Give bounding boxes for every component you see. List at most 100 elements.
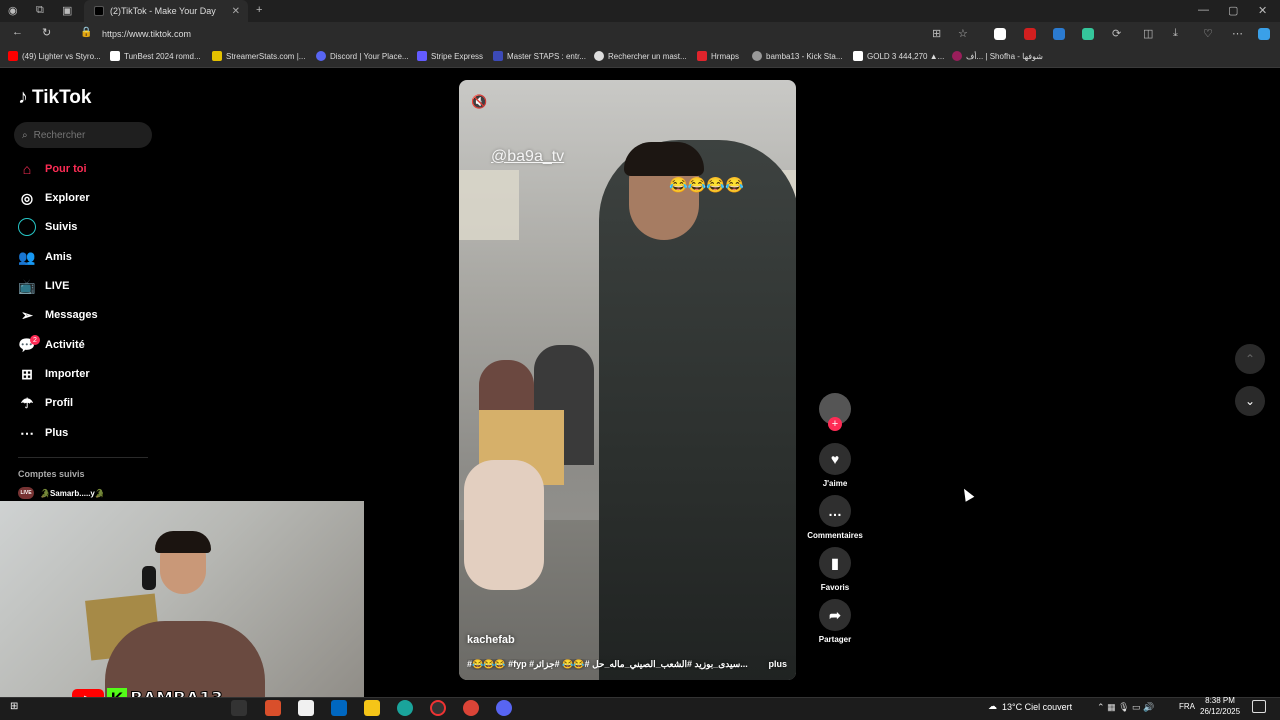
discord-icon[interactable] [496, 700, 512, 716]
like-button[interactable]: ♥ J'aime [807, 443, 863, 488]
system-tray[interactable]: ⌃ ▦ 🎙 ▭ 🔊 [1097, 702, 1154, 713]
video-player[interactable]: 🔇 @ba9a_tv 😂😂😂😂 kachefab #😂😂😂 #fyp #سيدى… [459, 80, 796, 680]
copilot-icon[interactable] [1258, 28, 1270, 40]
minimize-icon[interactable]: — [1198, 4, 1209, 16]
extensions-icon[interactable]: ⟳ [1112, 27, 1121, 40]
follow-plus-icon[interactable]: + [828, 417, 842, 431]
nav-more[interactable]: ⋯ Plus [18, 424, 68, 442]
workspaces-icon[interactable]: ⧉ [36, 4, 44, 17]
back-icon[interactable]: ← [12, 26, 23, 38]
store-icon[interactable] [331, 700, 347, 716]
start-icon[interactable]: ⊞ [10, 701, 18, 712]
video-caption: #😂😂😂 #fyp #سيدى_بوزيد #الشعب_الصيني_ماله… [467, 659, 787, 670]
downloads-icon[interactable]: ⤓ [1173, 27, 1178, 40]
extension-icon[interactable] [1024, 28, 1036, 40]
paper-plane-icon: ➢ [21, 306, 33, 323]
extension-icon[interactable] [1082, 28, 1094, 40]
nav-upload[interactable]: ⊞ Importer [18, 365, 90, 383]
bookmark-item[interactable]: StreamerStats.com |... [212, 51, 305, 61]
mute-icon[interactable]: 🔇 [471, 94, 487, 110]
previous-video-button[interactable]: ⌃ [1235, 344, 1265, 374]
tab-actions-icon[interactable]: ▣ [62, 4, 72, 17]
nav-messages[interactable]: ➢ Messages [18, 306, 97, 324]
sidebar-divider [18, 457, 148, 458]
microphone-icon[interactable]: 🎙 [1118, 702, 1129, 712]
app-available-icon[interactable]: ⊞ [932, 27, 941, 40]
weather-widget[interactable]: ☁ 13°C Ciel couvert [988, 701, 1072, 712]
obs-icon[interactable] [430, 700, 446, 716]
bookmark-item[interactable]: Discord | Your Place... [316, 51, 409, 61]
app-icon[interactable] [298, 700, 314, 716]
bookmark-item[interactable]: Hrmaps [697, 51, 739, 61]
tiktok-logo[interactable]: ♪ TikTok [18, 86, 91, 109]
video-author[interactable]: kachefab [467, 634, 515, 646]
nav-following[interactable]: Suivis [18, 218, 77, 236]
chevron-down-icon: ⌄ [1244, 394, 1256, 408]
language-indicator[interactable]: FRA [1179, 702, 1195, 711]
comment-button[interactable]: … Commentaires [807, 495, 863, 540]
bookmark-item[interactable]: bamba13 - Kick Sta... [752, 51, 842, 61]
video-watermark: @ba9a_tv [491, 148, 565, 165]
share-button[interactable]: ➦ Partager [807, 599, 863, 644]
favorite-button[interactable]: ▮ Favoris [807, 547, 863, 592]
edge-icon[interactable] [397, 700, 413, 716]
following-title: Comptes suivis [18, 469, 85, 479]
nav-activity[interactable]: 💬 Activité [18, 336, 84, 354]
windows-taskbar [0, 697, 1280, 720]
chevron-up-icon[interactable]: ⌃ [1097, 702, 1105, 712]
browser-tab-bar: ◉ ⧉ ▣ (2)TikTok - Make Your Day ✕ + — ▢ … [0, 0, 1280, 22]
bookmark-item[interactable]: Stripe Express [417, 51, 483, 61]
followed-account[interactable]: LIVE 🐊Samarb.....y🐊 [18, 487, 105, 499]
browser-essentials-icon[interactable]: ♡ [1203, 27, 1213, 40]
close-tab-icon[interactable]: ✕ [232, 6, 240, 17]
next-video-button[interactable]: ⌄ [1235, 386, 1265, 416]
display-icon[interactable]: ▭ [1132, 702, 1141, 712]
maximize-icon[interactable]: ▢ [1228, 4, 1238, 17]
nav-for-you[interactable]: ⌂ Pour toi [18, 160, 87, 178]
clock-date: 26/12/2025 [1200, 707, 1241, 716]
tiktok-favicon-icon [94, 6, 104, 16]
webcam-overlay [0, 501, 364, 706]
file-explorer-icon[interactable] [364, 700, 380, 716]
url-field[interactable]: https://www.tiktok.com [94, 26, 929, 42]
refresh-icon[interactable]: ↻ [42, 26, 51, 39]
extension-icon[interactable] [1053, 28, 1065, 40]
home-icon: ⌂ [22, 161, 32, 177]
app-icon[interactable] [265, 700, 281, 716]
extension-icon[interactable] [994, 28, 1006, 40]
nav-live[interactable]: 📺 LIVE [18, 277, 69, 295]
search-bar[interactable]: ⌕ [14, 122, 152, 148]
search-icon: ⌕ [22, 129, 28, 141]
upload-plus-icon: ⊞ [21, 365, 33, 382]
speaker-icon[interactable]: 🔊 [1143, 702, 1154, 712]
new-tab-icon[interactable]: + [256, 4, 262, 16]
chrome-icon[interactable] [463, 700, 479, 716]
clock[interactable]: 8:38 PM 26/12/2025 [1200, 695, 1240, 717]
more-link[interactable]: plus [768, 659, 787, 670]
network-icon[interactable]: ▦ [1107, 702, 1116, 712]
video-scene [459, 170, 519, 240]
live-tv-icon: 📺 [18, 277, 36, 294]
live-avatar: LIVE [18, 487, 34, 499]
cloud-icon: ☁ [988, 701, 997, 711]
settings-more-icon[interactable]: ⋯ [1232, 27, 1243, 40]
bookmark-item[interactable]: TunBest 2024 romd... [110, 51, 201, 61]
favorite-star-icon[interactable]: ☆ [958, 27, 968, 40]
profile-icon[interactable]: ◉ [8, 4, 18, 17]
task-view-icon[interactable] [231, 700, 247, 716]
nav-profile[interactable]: ☂ Profil [18, 394, 73, 412]
lock-icon[interactable]: 🔒 [80, 27, 92, 38]
nav-explore[interactable]: ◎ Explorer [18, 189, 90, 207]
bookmark-item[interactable]: Master STAPS : entr... [493, 51, 586, 61]
bookmark-item[interactable]: (49) Lighter vs Styro... [8, 51, 101, 61]
search-input[interactable] [33, 129, 134, 141]
nav-friends[interactable]: 👥 Amis [18, 248, 72, 266]
bookmark-item[interactable]: أف... | Shofha - شوفها [952, 51, 1043, 61]
bookmark-item[interactable]: Rechercher un mast... [594, 51, 687, 61]
close-window-icon[interactable]: ✕ [1258, 4, 1267, 17]
bookmark-item[interactable]: GOLD 3 444,270 ▲... [853, 51, 944, 61]
split-screen-icon[interactable]: ◫ [1143, 27, 1153, 40]
browser-tab-active[interactable]: (2)TikTok - Make Your Day ✕ [84, 0, 248, 22]
notification-icon[interactable] [1252, 700, 1266, 713]
chevron-up-icon: ⌃ [1244, 352, 1256, 366]
